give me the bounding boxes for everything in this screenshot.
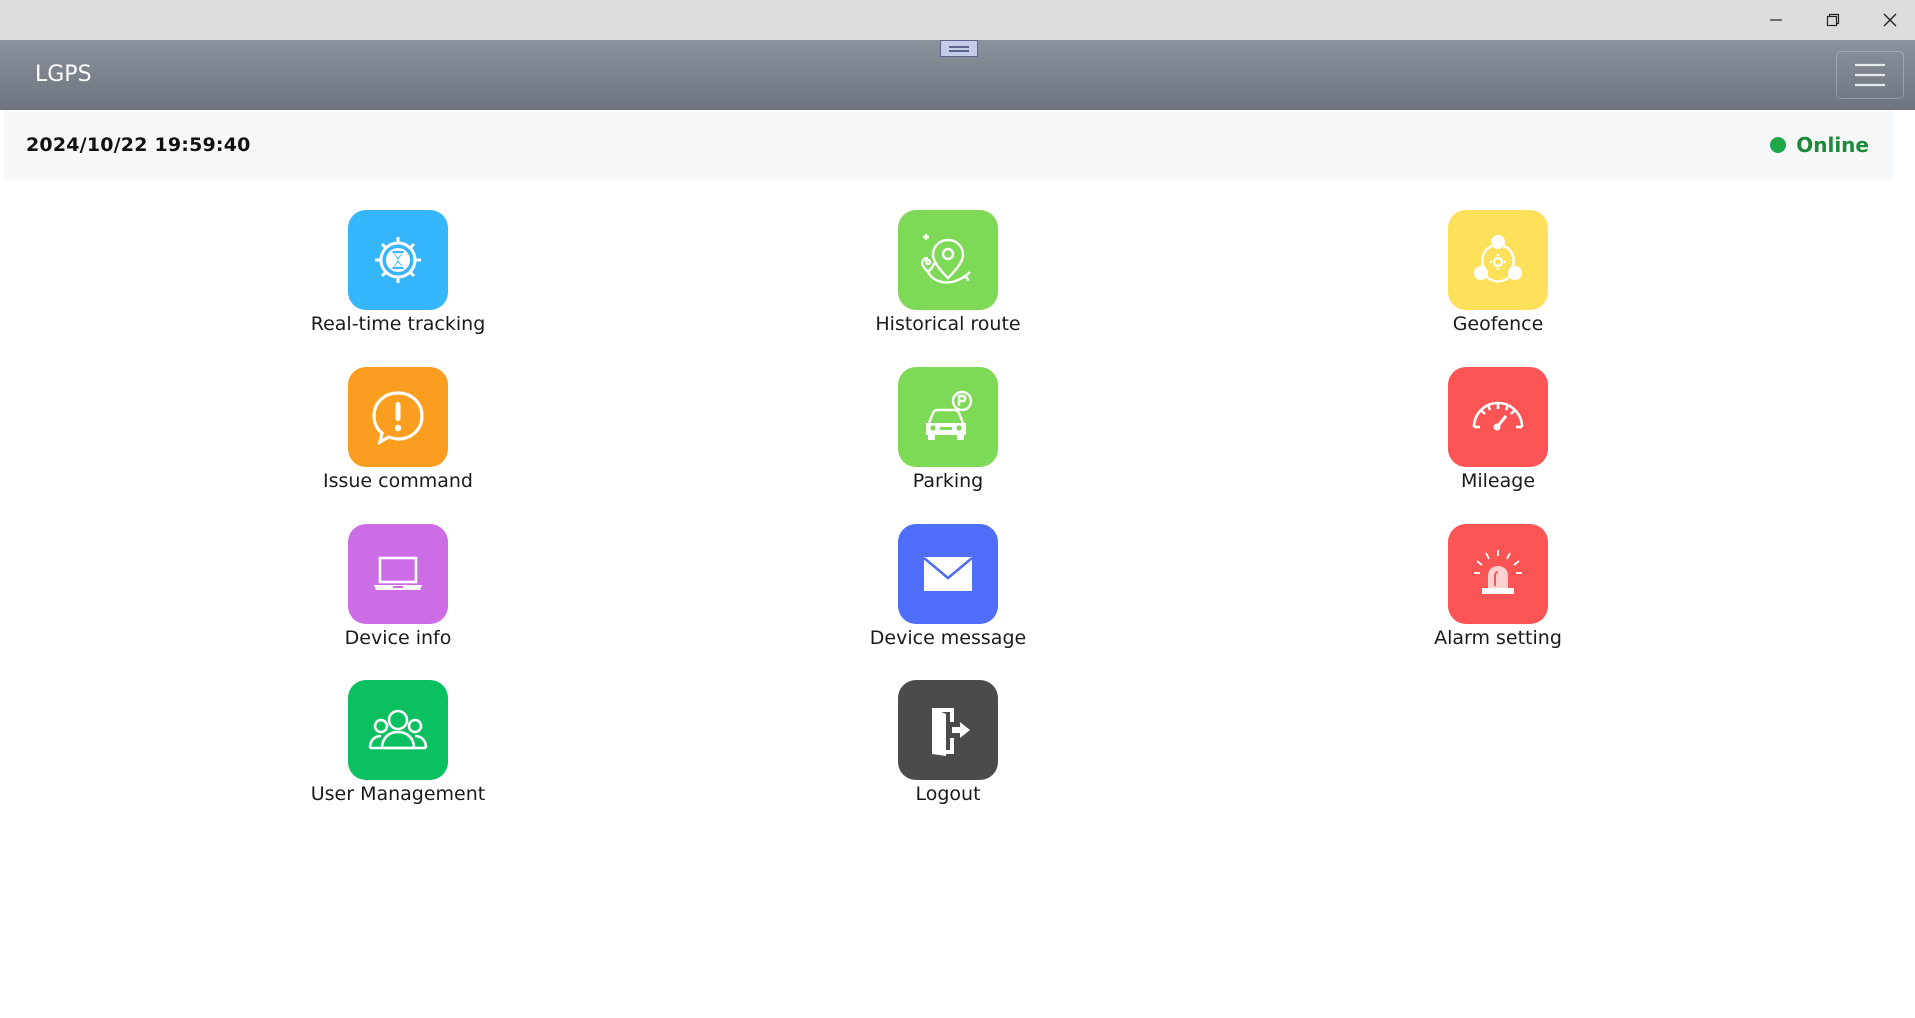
user-management-icon <box>348 680 448 780</box>
issue-command-icon <box>348 367 448 467</box>
alarm-setting-icon <box>1448 524 1548 624</box>
connection-status-label: Online <box>1796 133 1869 157</box>
menu-tile-label: Mileage <box>1460 470 1536 492</box>
menu-tile-label: Logout <box>915 783 981 805</box>
drag-handle[interactable] <box>940 40 978 57</box>
connection-status: Online <box>1770 110 1869 180</box>
historical-route-icon <box>898 210 998 310</box>
menu-tile-label: Alarm setting <box>1434 627 1562 649</box>
menu-tile-issue-command[interactable]: Issue command <box>248 367 548 492</box>
menu-tile-label: Historical route <box>875 313 1021 335</box>
menu-tile-user-management[interactable]: User Management <box>248 680 548 805</box>
mileage-icon <box>1448 367 1548 467</box>
menu-tile-device-info[interactable]: Device info <box>248 524 548 649</box>
device-message-icon <box>898 524 998 624</box>
minimize-button[interactable] <box>1748 0 1804 40</box>
window-titlebar <box>0 0 1915 40</box>
online-status-dot-icon <box>1770 137 1787 153</box>
menu-tile-alarm-setting[interactable]: Alarm setting <box>1348 524 1648 649</box>
close-icon <box>1883 13 1897 27</box>
menu-tile-realtime-tracking[interactable]: Real-time tracking <box>248 210 548 335</box>
menu-tile-mileage[interactable]: Mileage <box>1348 367 1648 492</box>
hamburger-menu-icon <box>1855 63 1885 87</box>
menu-tile-device-message[interactable]: Device message <box>798 524 1098 649</box>
menu-tile-label: Device info <box>344 627 452 649</box>
geofence-icon <box>1448 210 1548 310</box>
menu-tile-label: Parking <box>912 470 984 492</box>
menu-tile-geofence[interactable]: Geofence <box>1348 210 1648 335</box>
menu-tile-label: Issue command <box>322 470 473 492</box>
restore-icon <box>1826 13 1840 27</box>
menu-tile-label: Geofence <box>1452 313 1544 335</box>
menu-tile-parking[interactable]: Parking <box>798 367 1098 492</box>
menu-toggle-button[interactable] <box>1836 51 1904 99</box>
restore-button[interactable] <box>1805 0 1861 40</box>
menu-tile-label: User Management <box>310 783 486 805</box>
menu-tile-logout[interactable]: Logout <box>798 680 1098 805</box>
current-datetime: 2024/10/22 19:59:40 <box>26 134 251 156</box>
logout-icon <box>898 680 998 780</box>
menu-tile-label: Real-time tracking <box>310 313 486 335</box>
device-info-icon <box>348 524 448 624</box>
menu-tile-historical-route[interactable]: Historical route <box>798 210 1098 335</box>
realtime-tracking-icon <box>348 210 448 310</box>
close-button[interactable] <box>1862 0 1915 40</box>
menu-tile-label: Device message <box>869 627 1027 649</box>
status-bar: 2024/10/22 19:59:40 Online <box>4 110 1893 180</box>
app-brand: LGPS <box>35 62 92 87</box>
minimize-icon <box>1770 19 1782 21</box>
parking-icon <box>898 367 998 467</box>
app-navbar: LGPS <box>0 40 1915 110</box>
